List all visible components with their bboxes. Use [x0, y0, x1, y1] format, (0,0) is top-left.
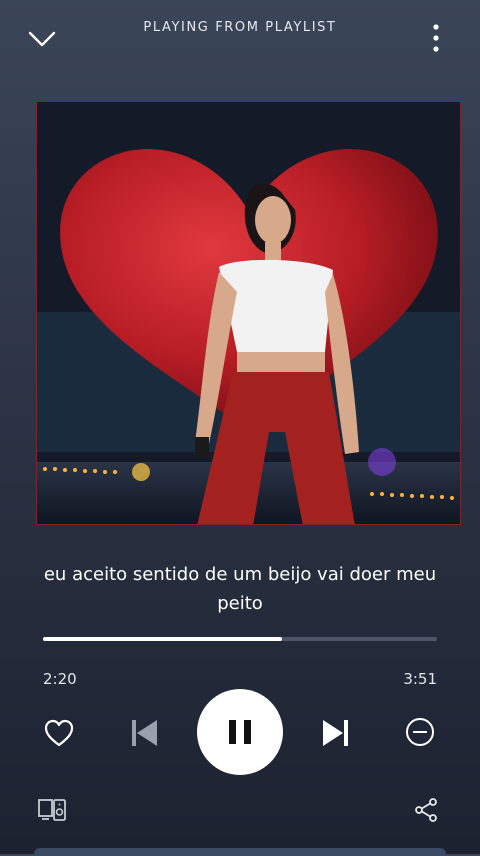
share-button[interactable] [413, 797, 439, 823]
current-time: 2:20 [43, 670, 77, 688]
pause-button[interactable] [197, 689, 283, 775]
remove-button[interactable] [403, 715, 437, 749]
skip-previous-icon [132, 720, 157, 746]
connect-devices-button[interactable] [37, 797, 67, 823]
minus-circle-icon [406, 718, 434, 746]
like-button[interactable] [42, 716, 76, 750]
progress-bar[interactable] [43, 637, 437, 641]
share-icon [415, 798, 437, 822]
lyrics-line: eu aceito sentido de um beijo vai doer m… [43, 564, 437, 614]
album-art [36, 101, 461, 525]
next-button[interactable] [318, 716, 354, 750]
player-header: PLAYING FROM PLAYLIST [0, 0, 480, 80]
more-vertical-icon [433, 24, 439, 52]
heart-outline-icon [44, 719, 74, 747]
previous-button[interactable] [126, 716, 162, 750]
total-time: 3:51 [403, 670, 437, 688]
more-options-button[interactable] [424, 22, 448, 54]
skip-next-icon [323, 720, 348, 746]
playing-from-label: PLAYING FROM PLAYLIST [143, 20, 337, 35]
connect-devices-icon [38, 799, 66, 821]
progress-fill [43, 637, 282, 641]
pause-icon [229, 720, 251, 744]
bottom-sheet-handle[interactable] [34, 848, 446, 856]
